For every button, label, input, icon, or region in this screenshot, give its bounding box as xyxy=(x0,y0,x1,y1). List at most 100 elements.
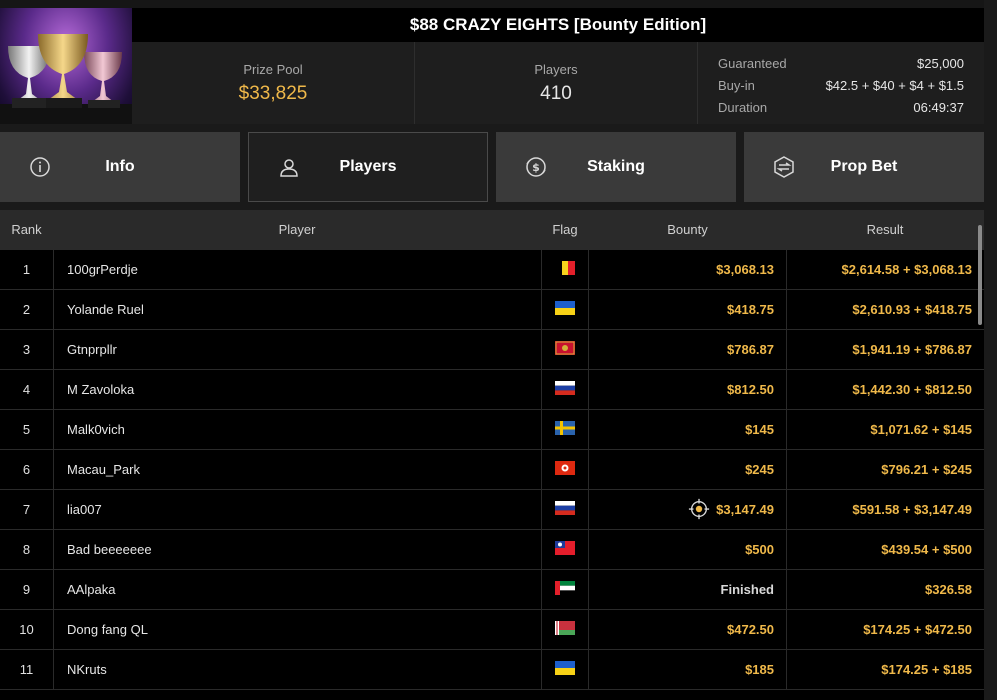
bounty-value: $500 xyxy=(745,542,774,557)
table-scrollbar[interactable] xyxy=(978,225,982,325)
detail-key: Duration xyxy=(718,99,768,115)
result-cell: $174.25 + $472.50 xyxy=(786,610,984,650)
header-rank[interactable]: Rank xyxy=(0,210,53,250)
bounty-cell: $472.50 xyxy=(589,610,786,650)
tab-prop-bet[interactable]: Prop Bet xyxy=(744,132,984,202)
detail-key: Buy-in xyxy=(718,77,755,93)
bounty-value: $245 xyxy=(745,462,774,477)
table-row[interactable]: 2 Yolande Ruel $418.75 $2,610.93 + $418.… xyxy=(0,290,984,330)
result-cell: $2,610.93 + $418.75 xyxy=(786,290,984,330)
rank-cell: 6 xyxy=(22,462,31,477)
flag-cell xyxy=(541,330,589,370)
prize-pool-value: $33,825 xyxy=(238,82,308,104)
trophy-thumbnail xyxy=(0,8,132,124)
table-row[interactable]: 11 NKruts $185 $174.25 + $185 xyxy=(0,650,984,690)
table-row[interactable]: 3 Gtnprpllr $786.87 $1,941.19 + $786.87 xyxy=(0,330,984,370)
players-table[interactable]: 1 100grPerdje $3,068.13 $2,614.58 + $3,0… xyxy=(0,250,984,700)
bounty-cell: $500 xyxy=(589,530,786,570)
player-name[interactable]: Yolande Ruel xyxy=(53,290,541,330)
rank-cell: 10 xyxy=(19,622,34,637)
flag-cell xyxy=(541,290,589,330)
result-cell: $1,941.19 + $786.87 xyxy=(786,330,984,370)
player-name[interactable]: Dong fang QL xyxy=(53,610,541,650)
bounty-value: $418.75 xyxy=(727,302,774,317)
player-name[interactable]: AAlpaka xyxy=(53,570,541,610)
player-name[interactable]: M Zavoloka xyxy=(53,370,541,410)
detail-value: 06:49:37 xyxy=(913,99,964,115)
table-row[interactable]: 4 M Zavoloka $812.50 $1,442.30 + $812.50 xyxy=(0,370,984,410)
tab-staking[interactable]: $ Staking xyxy=(496,132,736,202)
table-row[interactable]: 1 100grPerdje $3,068.13 $2,614.58 + $3,0… xyxy=(0,250,984,290)
result-cell: $1,071.62 + $145 xyxy=(786,410,984,450)
bounty-value: $3,147.49 xyxy=(716,502,774,517)
detail-key: Guaranteed xyxy=(718,55,787,71)
user-icon xyxy=(280,159,298,177)
player-name[interactable]: Macau_Park xyxy=(53,450,541,490)
russia-flag-icon xyxy=(555,381,575,395)
table-row[interactable]: 5 Malk0vich $145 $1,071.62 + $145 xyxy=(0,410,984,450)
tab-info[interactable]: Info xyxy=(0,132,240,202)
bounty-value: Finished xyxy=(720,582,774,597)
taiwan-flag-icon xyxy=(555,541,575,555)
tournament-header: $88 CRAZY EIGHTS [Bounty Edition] Prize … xyxy=(0,0,984,124)
header-bounty[interactable]: Bounty xyxy=(589,210,786,250)
detail-value: $25,000 xyxy=(917,55,964,71)
bounty-cell: $145 xyxy=(589,410,786,450)
flag-cell xyxy=(541,530,589,570)
players-label: Players xyxy=(534,61,578,77)
result-cell: $796.21 + $245 xyxy=(786,450,984,490)
ukraine-flag-icon xyxy=(555,301,575,315)
header-player[interactable]: Player xyxy=(53,210,541,250)
player-name[interactable]: Gtnprpllr xyxy=(53,330,541,370)
russia-flag-icon xyxy=(555,501,575,515)
flag-cell xyxy=(541,370,589,410)
bounty-value: $185 xyxy=(745,662,774,677)
belarus-flag-icon xyxy=(555,621,575,635)
flag-cell xyxy=(541,410,589,450)
right-margin xyxy=(984,0,997,132)
bounty-cell: $3,068.13 xyxy=(589,250,786,290)
bounty-value: $145 xyxy=(745,422,774,437)
bounty-cell: $418.75 xyxy=(589,290,786,330)
rank-cell: 9 xyxy=(22,582,31,597)
bounty-cell: $3,147.49 xyxy=(589,490,786,530)
tab-bar: Info Players $ Staking Prop Bet xyxy=(0,132,997,202)
tab-players[interactable]: Players xyxy=(248,132,488,202)
detail-value: $42.5 + $40 + $4 + $1.5 xyxy=(825,77,964,93)
staking-icon: $ xyxy=(526,157,546,177)
table-row[interactable]: 8 Bad beeeeeee $500 $439.54 + $500 xyxy=(0,530,984,570)
belgium-flag-icon xyxy=(555,261,575,275)
flag-cell xyxy=(541,490,589,530)
header-flag[interactable]: Flag xyxy=(541,210,589,250)
rank-cell: 2 xyxy=(22,302,31,317)
player-name[interactable]: 100grPerdje xyxy=(53,250,541,290)
player-name[interactable]: Bad beeeeeee xyxy=(53,530,541,570)
hong-kong-flag-icon xyxy=(555,461,575,475)
table-row[interactable]: 10 Dong fang QL $472.50 $174.25 + $472.5… xyxy=(0,610,984,650)
result-cell: $591.58 + $3,147.49 xyxy=(786,490,984,530)
prize-pool-stat: Prize Pool $33,825 xyxy=(132,42,415,124)
prop-bet-icon xyxy=(774,156,794,178)
bounty-cell: $245 xyxy=(589,450,786,490)
result-cell: $1,442.30 + $812.50 xyxy=(786,370,984,410)
table-row[interactable]: 6 Macau_Park $245 $796.21 + $245 xyxy=(0,450,984,490)
prize-pool-label: Prize Pool xyxy=(243,61,303,77)
detail-duration: Duration 06:49:37 xyxy=(718,96,964,118)
flag-cell xyxy=(541,250,589,290)
result-cell: $439.54 + $500 xyxy=(786,530,984,570)
table-header: Rank Player Flag Bounty Result xyxy=(0,210,984,250)
header-result[interactable]: Result xyxy=(786,210,984,250)
target-icon xyxy=(689,498,710,520)
bounty-cell: Finished xyxy=(589,570,786,610)
player-name[interactable]: Malk0vich xyxy=(53,410,541,450)
player-name[interactable]: NKruts xyxy=(53,650,541,690)
rank-cell: 3 xyxy=(22,342,31,357)
detail-guaranteed: Guaranteed $25,000 xyxy=(718,52,964,74)
player-name[interactable]: lia007 xyxy=(53,490,541,530)
uae-flag-icon xyxy=(555,581,575,595)
table-row[interactable]: 7 lia007 $3,147.49 $591.58 + $3,147.49 xyxy=(0,490,984,530)
rank-cell: 11 xyxy=(19,662,34,677)
rank-cell: 7 xyxy=(22,502,31,517)
rank-cell: 4 xyxy=(22,382,31,397)
table-row[interactable]: 9 AAlpaka Finished $326.58 xyxy=(0,570,984,610)
